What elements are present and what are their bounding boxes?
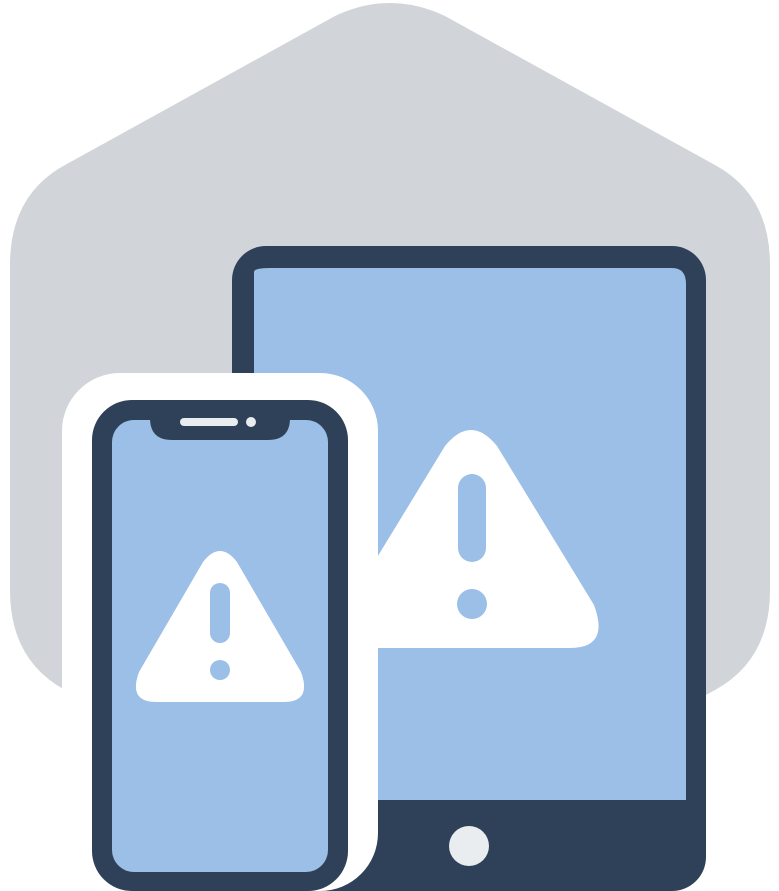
phone-device-icon (62, 373, 378, 891)
phone-camera (246, 417, 256, 427)
illustration-svg (10, 3, 770, 891)
device-warning-illustration (0, 0, 779, 891)
phone-speaker (180, 418, 238, 426)
tablet-home-button (449, 826, 489, 866)
